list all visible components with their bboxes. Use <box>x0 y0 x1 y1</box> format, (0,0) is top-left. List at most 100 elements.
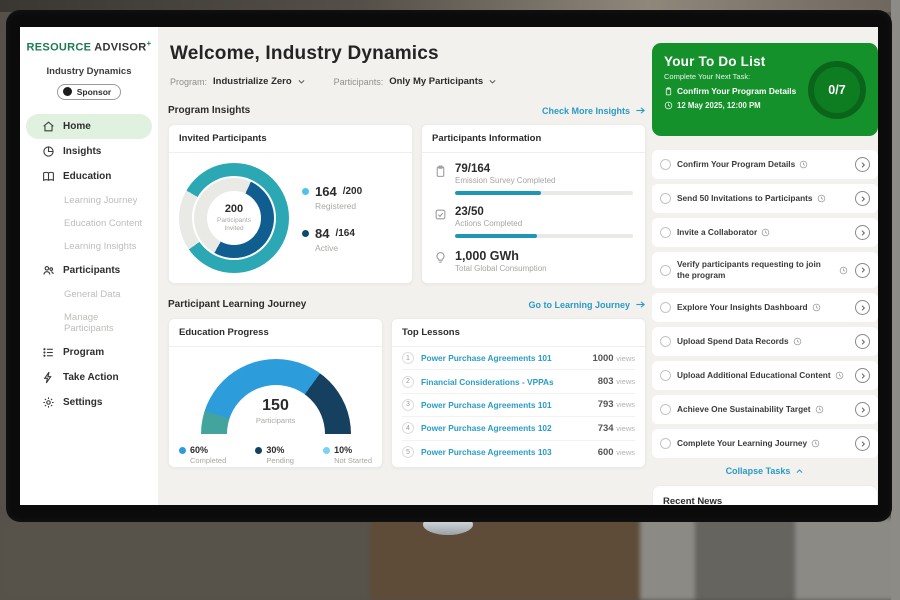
task-open-button[interactable] <box>855 436 870 451</box>
task-checkbox[interactable] <box>660 336 671 347</box>
gauge-legend-item-pending: 30%Pending <box>255 445 294 465</box>
sidebar-item-home[interactable]: Home <box>26 114 152 139</box>
lesson-link[interactable]: Power Purchase Agreements 101 <box>421 400 591 410</box>
donut-center-value: 200 <box>225 203 243 215</box>
lesson-views: 600 views <box>598 447 635 458</box>
lesson-link[interactable]: Power Purchase Agreements 101 <box>421 353 585 363</box>
task-open-button[interactable] <box>855 368 870 383</box>
sidebar-item-manage-participants[interactable]: Manage Participants <box>26 306 152 340</box>
clock-icon <box>664 101 673 110</box>
lesson-link[interactable]: Power Purchase Agreements 103 <box>421 447 591 457</box>
task-checkbox[interactable] <box>660 265 671 276</box>
legend-percent: 60% <box>190 445 208 455</box>
lesson-rank-badge: 1 <box>402 352 414 364</box>
sidebar-item-education[interactable]: Education <box>26 164 152 189</box>
task-checkbox[interactable] <box>660 159 671 170</box>
background-block <box>370 518 640 600</box>
legend-dot-icon <box>255 447 262 454</box>
sidebar-item-insights[interactable]: Insights <box>26 139 152 164</box>
task-explore-your-insights-dashboard[interactable]: Explore Your Insights Dashboard <box>652 293 878 322</box>
task-upload-additional-educational-content[interactable]: Upload Additional Educational Content <box>652 361 878 390</box>
sponsor-badge[interactable]: Sponsor <box>57 84 121 100</box>
task-checkbox[interactable] <box>660 438 671 449</box>
lesson-link[interactable]: Financial Considerations - VPPAs <box>421 377 591 387</box>
stat-actions-completed: 23/50Actions Completed <box>434 206 633 238</box>
program-filter[interactable]: Program: Industrialize Zero <box>170 76 306 87</box>
invited-participants-donut-chart: 200 Participants Invited <box>179 163 289 273</box>
sidebar-item-learning-journey[interactable]: Learning Journey <box>26 189 152 212</box>
lesson-rank-badge: 5 <box>402 446 414 458</box>
sidebar-item-learning-insights[interactable]: Learning Insights <box>26 235 152 258</box>
arrow-right-icon <box>635 299 646 310</box>
legend-dot-icon <box>179 447 186 454</box>
sidebar-item-program[interactable]: Program <box>26 340 152 365</box>
task-checkbox[interactable] <box>660 302 671 313</box>
task-checkbox[interactable] <box>660 404 671 415</box>
go-to-learning-journey-link[interactable]: Go to Learning Journey <box>528 299 646 310</box>
clock-icon <box>793 337 802 346</box>
sidebar-item-education-content[interactable]: Education Content <box>26 212 152 235</box>
task-open-button[interactable] <box>855 157 870 172</box>
stat-body: 1,000 GWhTotal Global Consumption <box>455 249 547 273</box>
education-progress-gauge-chart: 150 Participants <box>201 359 351 435</box>
legend-value: 164 <box>315 184 337 199</box>
todo-progress-ring: 0/7 <box>808 61 866 119</box>
legend-label: Registered <box>315 201 362 211</box>
lesson-row[interactable]: 4Power Purchase Agreements 102734 views <box>402 417 635 440</box>
task-open-button[interactable] <box>855 225 870 240</box>
participants-stats: 79/164Emission Survey Completed23/50Acti… <box>422 153 645 294</box>
participants-filter-value: Only My Participants <box>389 76 483 87</box>
sidebar-item-general-data[interactable]: General Data <box>26 283 152 306</box>
task-label: Confirm Your Program Details <box>677 159 795 170</box>
lesson-views-word: views <box>616 424 635 433</box>
lesson-row[interactable]: 2Financial Considerations - VPPAs803 vie… <box>402 370 635 393</box>
task-upload-spend-data-records[interactable]: Upload Spend Data Records <box>652 327 878 356</box>
sidebar-item-participants[interactable]: Participants <box>26 258 152 283</box>
participants-information-title: Participants Information <box>422 125 645 153</box>
clock-icon <box>817 194 826 203</box>
task-open-button[interactable] <box>855 263 870 278</box>
lesson-views-word: views <box>616 400 635 409</box>
task-checkbox[interactable] <box>660 193 671 204</box>
sidebar-item-take-action[interactable]: Take Action <box>26 365 152 390</box>
collapse-tasks-link[interactable]: Collapse Tasks <box>652 466 878 476</box>
task-achieve-one-sustainability-target[interactable]: Achieve One Sustainability Target <box>652 395 878 424</box>
lesson-row[interactable]: 3Power Purchase Agreements 101793 views <box>402 394 635 417</box>
task-checkbox[interactable] <box>660 370 671 381</box>
participants-filter[interactable]: Participants: Only My Participants <box>334 76 498 87</box>
monitor-bezel: RESOURCE ADVISOR+ Industry Dynamics Spon… <box>6 10 892 522</box>
task-open-button[interactable] <box>855 191 870 206</box>
gauge-center-label: Participants <box>201 416 351 425</box>
top-lessons-card: Top Lessons 1 Power Purchase Agreements 1… <box>391 318 646 468</box>
task-complete-your-learning-journey[interactable]: Complete Your Learning Journey <box>652 429 878 458</box>
sidebar-item-settings[interactable]: Settings <box>26 390 152 415</box>
lesson-link[interactable]: Power Purchase Agreements 102 <box>421 423 591 433</box>
education-icon <box>42 170 55 183</box>
task-invite-a-collaborator[interactable]: Invite a Collaborator <box>652 218 878 247</box>
actions-icon <box>434 208 447 221</box>
task-open-button[interactable] <box>855 300 870 315</box>
task-confirm-your-program-details[interactable]: Confirm Your Program Details <box>652 150 878 179</box>
top-lessons-title: Top Lessons <box>392 319 645 347</box>
gauge-legend-row: 10% <box>323 445 372 455</box>
donut-legend-row: 84/164 <box>302 226 362 241</box>
learning-cards-row: Education Progress 150 Participants 60% <box>168 318 646 468</box>
lesson-row[interactable]: 1Power Purchase Agreements 1011000 views <box>402 347 635 370</box>
task-open-button[interactable] <box>855 334 870 349</box>
task-verify-participants-requesting-to-join-the-program[interactable]: Verify participants requesting to join t… <box>652 252 878 288</box>
check-more-insights-link[interactable]: Check More Insights <box>542 105 646 116</box>
lesson-views: 793 views <box>598 399 635 410</box>
task-label: Send 50 Invitations to Participants <box>677 193 813 204</box>
task-checkbox[interactable] <box>660 227 671 238</box>
task-label: Achieve One Sustainability Target <box>677 404 811 415</box>
lesson-row[interactable]: 5 Power Purchase Agreements 103 600 views <box>402 441 635 464</box>
legend-label: Not Started <box>334 456 372 465</box>
photo-environment: RESOURCE ADVISOR+ Industry Dynamics Spon… <box>0 0 900 600</box>
donut-legend-item-registered: 164/200 Registered <box>302 184 362 211</box>
task-open-button[interactable] <box>855 402 870 417</box>
legend-total: /200 <box>343 186 362 197</box>
task-send-50-invitations-to-participants[interactable]: Send 50 Invitations to Participants <box>652 184 878 213</box>
program-insights-title: Program Insights <box>168 105 250 116</box>
education-progress-card: Education Progress 150 Participants 60% <box>168 318 383 468</box>
sidebar-item-label: Learning Journey <box>64 195 137 206</box>
